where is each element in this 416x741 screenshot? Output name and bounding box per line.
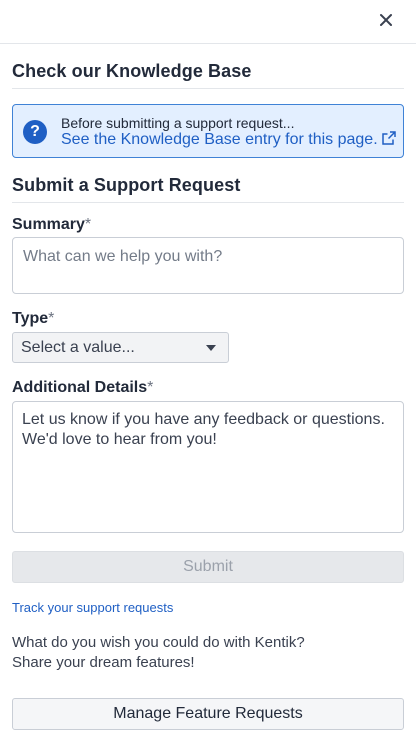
kb-entry-link-text: See the Knowledge Base entry for this pa… — [61, 131, 378, 148]
support-request-title: Submit a Support Request — [12, 175, 241, 195]
close-button[interactable] — [374, 8, 398, 32]
divider — [12, 88, 404, 89]
type-select[interactable]: Select a value... — [12, 332, 229, 363]
track-requests-link[interactable]: Track your support requests — [12, 600, 173, 615]
summary-label: Summary* — [12, 216, 91, 234]
summary-input[interactable] — [12, 237, 404, 294]
summary-label-text: Summary — [12, 216, 85, 233]
close-icon — [380, 14, 392, 26]
kb-notice-text: Before submitting a support request... — [61, 115, 295, 131]
type-label: Type* — [12, 310, 54, 328]
required-mark: * — [48, 310, 55, 327]
manage-feature-requests-button[interactable]: Manage Feature Requests — [12, 698, 404, 730]
details-label: Additional Details* — [12, 379, 153, 397]
kb-entry-link[interactable]: See the Knowledge Base entry for this pa… — [61, 131, 396, 149]
caret-down-icon — [206, 345, 216, 351]
dream-features-line-1: What do you wish you could do with Kenti… — [12, 634, 305, 651]
type-label-text: Type — [12, 310, 49, 327]
knowledge-base-title: Check our Knowledge Base — [12, 61, 252, 81]
dream-features-line-2: Share your dream features! — [12, 654, 195, 671]
question-circle-icon: ? — [23, 120, 47, 144]
divider — [12, 202, 404, 203]
knowledge-base-notice: ? Before submitting a support request...… — [12, 104, 404, 158]
details-textarea-value: Let us know if you have any feedback or … — [22, 411, 385, 448]
details-label-text: Additional Details — [12, 379, 148, 396]
submit-button[interactable]: Submit — [12, 551, 404, 583]
panel-header — [0, 0, 416, 44]
required-mark: * — [84, 216, 92, 233]
external-link-icon — [381, 131, 396, 145]
dream-features-text: What do you wish you could do with Kenti… — [12, 633, 404, 673]
type-select-value: Select a value... — [21, 339, 135, 356]
required-mark: * — [147, 379, 154, 396]
